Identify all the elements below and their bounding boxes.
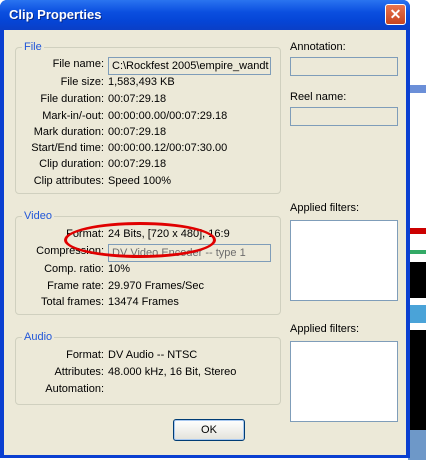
- reel-name-field[interactable]: [290, 107, 398, 126]
- file-size-label: File size:: [60, 76, 104, 88]
- file-name-field[interactable]: C:\Rockfest 2005\empire_wandt: [108, 57, 271, 75]
- close-icon: ✕: [389, 6, 402, 22]
- video-applied-filters-label: Applied filters:: [290, 202, 360, 214]
- mark-duration-label: Mark duration:: [33, 126, 104, 138]
- audio-format-label: Format:: [66, 349, 104, 361]
- total-frames-value: 13474 Frames: [108, 296, 179, 308]
- audio-applied-filters-list[interactable]: [290, 341, 398, 422]
- background-app-edge: [408, 0, 426, 460]
- clip-attributes-value: Speed 100%: [108, 175, 171, 187]
- audio-attributes-value: 48.000 kHz, 16 Bit, Stereo: [108, 366, 237, 378]
- file-size-value: 1,583,493 KB: [108, 76, 175, 88]
- audio-group-title: Audio: [22, 331, 55, 343]
- dialog-body: File Video Audio File name: C:\Rockfest …: [4, 30, 406, 455]
- mark-duration-value: 00:07:29.18: [108, 126, 167, 138]
- file-duration-value: 00:07:29.18: [108, 93, 167, 105]
- audio-attributes-label: Attributes:: [54, 366, 104, 378]
- ok-button[interactable]: OK: [173, 419, 245, 441]
- title-bar: Clip Properties ✕: [0, 0, 410, 30]
- close-button[interactable]: ✕: [385, 4, 406, 25]
- annotation-field[interactable]: [290, 57, 398, 76]
- clip-attributes-label: Clip attributes:: [33, 175, 104, 187]
- start-end-time-label: Start/End time:: [31, 142, 104, 154]
- audio-applied-filters-label: Applied filters:: [290, 323, 360, 335]
- frame-rate-label: Frame rate:: [47, 280, 104, 292]
- mark-in-out-value: 00:00:00.00/00:07:29.18: [108, 110, 228, 122]
- file-duration-label: File duration:: [40, 93, 104, 105]
- file-group-title: File: [22, 41, 44, 53]
- clip-duration-value: 00:07:29.18: [108, 158, 167, 170]
- clip-properties-window: Clip Properties ✕ File Video Audio File …: [0, 0, 410, 458]
- compression-field[interactable]: DV Video Encoder -- type 1: [108, 244, 271, 262]
- frame-rate-value: 29.970 Frames/Sec: [108, 280, 204, 292]
- audio-format-value: DV Audio -- NTSC: [108, 349, 198, 361]
- video-format-value: 24 Bits, [720 x 480], 16:9: [108, 228, 230, 240]
- window-title: Clip Properties: [9, 7, 102, 22]
- annotation-label: Annotation:: [290, 41, 346, 53]
- comp-ratio-value: 10%: [108, 263, 131, 275]
- mark-in-out-label: Mark-in/-out:: [42, 110, 104, 122]
- video-format-label: Format:: [66, 228, 104, 240]
- automation-label: Automation:: [45, 383, 104, 395]
- total-frames-label: Total frames:: [41, 296, 104, 308]
- video-group-title: Video: [22, 210, 54, 222]
- clip-duration-label: Clip duration:: [39, 158, 104, 170]
- start-end-time-value: 00:00:00.12/00:07:30.00: [108, 142, 228, 154]
- reel-name-label: Reel name:: [290, 91, 347, 103]
- compression-label: Compression:: [36, 245, 104, 257]
- video-applied-filters-list[interactable]: [290, 220, 398, 301]
- comp-ratio-label: Comp. ratio:: [44, 263, 104, 275]
- file-name-label: File name:: [52, 58, 104, 70]
